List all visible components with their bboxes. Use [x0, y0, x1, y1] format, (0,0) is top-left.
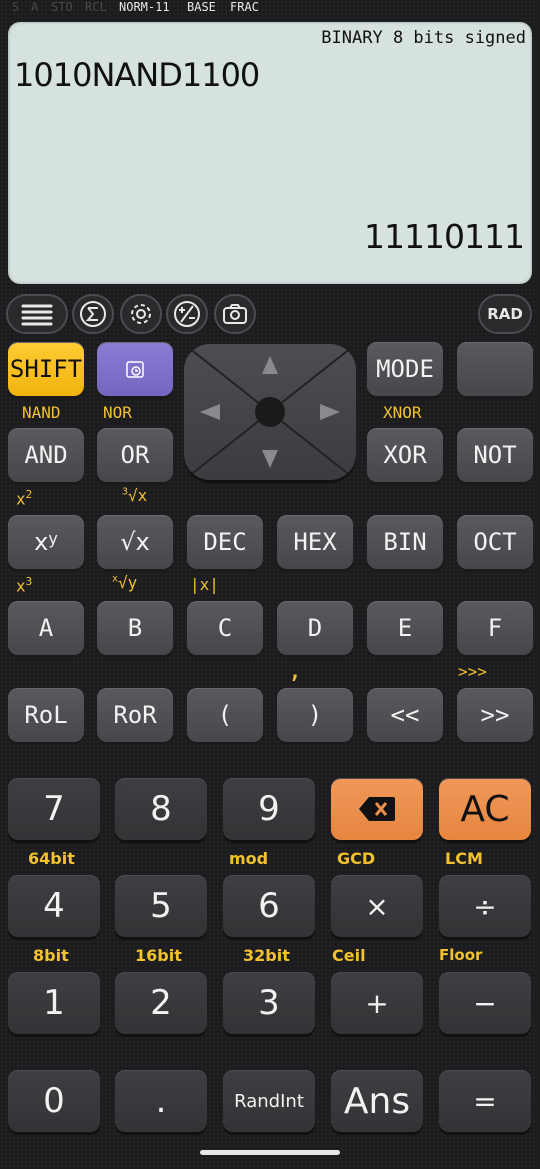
down-arrow-icon[interactable]	[262, 450, 278, 468]
hamburger-icon	[21, 304, 53, 326]
hex-c-key[interactable]: C	[187, 601, 263, 655]
digit-0-key[interactable]: 0	[8, 1070, 100, 1132]
gear-icon	[131, 304, 151, 324]
digit-9-key[interactable]: 9	[223, 778, 315, 840]
shift-key[interactable]: SHIFT	[8, 342, 84, 396]
calculator-display[interactable]: BINARY 8 bits signed 1010NAND1100 111101…	[8, 22, 532, 284]
status-sto: STO	[51, 0, 73, 14]
status-rcl: RCL	[85, 0, 107, 14]
status-s: S	[12, 0, 20, 14]
shift-label-floor: Floor	[439, 946, 483, 964]
rol-key[interactable]: RoL	[8, 688, 84, 742]
digit-5-key[interactable]: 5	[115, 875, 207, 937]
shift-label-gcd: GCD	[337, 849, 376, 868]
shift-label-ushr: >>>	[458, 662, 487, 681]
plus-minus-button[interactable]	[166, 294, 208, 334]
randint-key[interactable]: RandInt	[223, 1070, 315, 1132]
mode-key[interactable]: MODE	[367, 342, 443, 396]
dpad-arrows	[184, 344, 356, 480]
shift-label-comma: ,	[289, 659, 302, 683]
status-base: BASE	[187, 0, 216, 14]
plus-key[interactable]: +	[331, 972, 423, 1034]
settings-button[interactable]	[120, 294, 162, 334]
digit-2-key[interactable]: 2	[115, 972, 207, 1034]
hex-key[interactable]: HEX	[277, 515, 353, 569]
shift-label-x-cubed: x3	[16, 575, 33, 596]
shift-label-x-squared: x2	[16, 488, 33, 509]
multiply-key[interactable]: ×	[331, 875, 423, 937]
ror-key[interactable]: RoR	[97, 688, 173, 742]
xor-key[interactable]: XOR	[367, 428, 443, 482]
sigma-button[interactable]	[72, 294, 114, 334]
shift-label-32bit: 32bit	[243, 946, 290, 965]
or-key[interactable]: OR	[97, 428, 173, 482]
shift-label-ceil: Ceil	[332, 946, 366, 965]
camera-icon	[223, 304, 247, 324]
status-frac: FRAC	[230, 0, 259, 14]
shift-label-16bit: 16bit	[135, 946, 182, 965]
shift-label-64bit: 64bit	[28, 849, 75, 868]
result: 11110111	[364, 217, 525, 256]
history-key[interactable]	[97, 342, 173, 396]
shift-label-xnor: XNOR	[383, 403, 422, 422]
not-key[interactable]: NOT	[457, 428, 533, 482]
shift-label-nand: NAND	[22, 403, 61, 422]
sqrt-key[interactable]: √x	[97, 515, 173, 569]
direction-pad[interactable]	[184, 344, 356, 480]
digit-7-key[interactable]: 7	[8, 778, 100, 840]
up-arrow-icon[interactable]	[262, 356, 278, 374]
backspace-icon	[359, 797, 395, 821]
power-key[interactable]: xy	[8, 515, 84, 569]
digit-1-key[interactable]: 1	[8, 972, 100, 1034]
hex-b-key[interactable]: B	[97, 601, 173, 655]
shift-right-key[interactable]: >>	[457, 688, 533, 742]
shift-label-abs: |x|	[190, 575, 219, 594]
status-bar: S A STO RCL NORM-11 BASE FRAC	[0, 0, 540, 16]
left-arrow-icon[interactable]	[200, 404, 220, 420]
plus-minus-icon	[174, 301, 200, 327]
shift-label-nor: NOR	[103, 403, 132, 422]
digit-8-key[interactable]: 8	[115, 778, 207, 840]
home-indicator[interactable]	[200, 1150, 340, 1155]
shift-label-xth-root: x√y	[112, 573, 138, 592]
blank-key[interactable]	[457, 342, 533, 396]
backspace-key[interactable]	[331, 778, 423, 840]
digit-6-key[interactable]: 6	[223, 875, 315, 937]
digit-3-key[interactable]: 3	[223, 972, 315, 1034]
and-key[interactable]: AND	[8, 428, 84, 482]
divide-key[interactable]: ÷	[439, 875, 531, 937]
digit-4-key[interactable]: 4	[8, 875, 100, 937]
decimal-point-key[interactable]: .	[115, 1070, 207, 1132]
status-norm: NORM-11	[119, 0, 170, 14]
angle-mode-button[interactable]: RAD	[478, 294, 532, 334]
ans-key[interactable]: Ans	[331, 1070, 423, 1132]
shift-label-8bit: 8bit	[33, 946, 69, 965]
hex-a-key[interactable]: A	[8, 601, 84, 655]
history-icon	[126, 361, 144, 378]
expression: 1010NAND1100	[14, 56, 260, 94]
shift-label-lcm: LCM	[445, 849, 483, 868]
shift-left-key[interactable]: <<	[367, 688, 443, 742]
equals-key[interactable]: =	[439, 1070, 531, 1132]
oct-key[interactable]: OCT	[457, 515, 533, 569]
hex-e-key[interactable]: E	[367, 601, 443, 655]
minus-key[interactable]: −	[439, 972, 531, 1034]
left-paren-key[interactable]: (	[187, 688, 263, 742]
shift-label-cube-root: 3√x	[122, 486, 148, 505]
right-arrow-icon[interactable]	[320, 404, 340, 420]
bin-key[interactable]: BIN	[367, 515, 443, 569]
menu-button[interactable]	[6, 294, 68, 334]
camera-button[interactable]	[214, 294, 256, 334]
status-a: A	[31, 0, 39, 14]
all-clear-key[interactable]: AC	[439, 778, 531, 840]
hex-f-key[interactable]: F	[457, 601, 533, 655]
mode-indicator: BINARY 8 bits signed	[321, 28, 526, 48]
sigma-icon	[80, 301, 106, 327]
hex-d-key[interactable]: D	[277, 601, 353, 655]
right-paren-key[interactable]: )	[277, 688, 353, 742]
dec-key[interactable]: DEC	[187, 515, 263, 569]
shift-label-mod: mod	[229, 849, 269, 868]
